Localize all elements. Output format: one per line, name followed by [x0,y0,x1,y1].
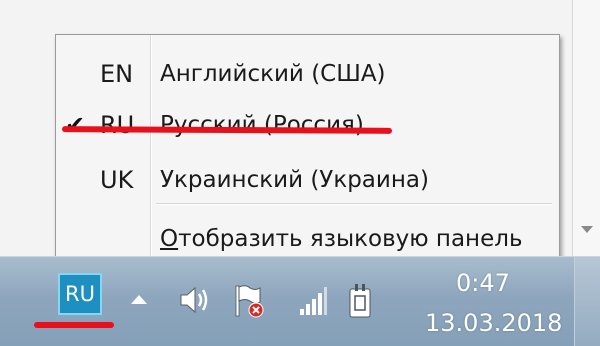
speaker-icon[interactable] [178,283,214,317]
power-plug-icon[interactable] [344,283,378,321]
language-indicator-button[interactable]: RU [58,273,102,315]
language-code: RU [100,111,135,139]
language-label: Украинский (Украина) [160,167,429,193]
language-menu: EN Английский (США) ✔ RU Русский (Россия… [55,34,560,264]
show-language-bar-label: Отобразить языковую панель [160,224,523,254]
annotation-underline-language-button [34,322,114,328]
clock-date[interactable]: 13.03.2018 [425,309,562,337]
network-signal-icon[interactable] [298,283,328,317]
menu-separator [156,203,552,205]
menu-item-english[interactable]: EN Английский (США) [56,49,559,101]
show-desktop-button[interactable] [574,257,600,346]
language-label: Английский (США) [160,61,386,87]
language-code: EN [100,60,134,88]
show-language-bar-text: тобразить языковую панель [178,226,523,252]
clock-time[interactable]: 0:47 [456,269,510,297]
accelerator-letter: О [160,226,179,252]
scroll-down-icon[interactable] [581,226,593,233]
taskbar: RU 0:47 13.03.2018 [0,256,600,346]
checkmark-icon: ✔ [65,111,86,139]
language-label: Русский (Россия) [160,112,364,138]
menu-item-ukrainian[interactable]: UK Украинский (Украина) [56,155,559,207]
scrollbar[interactable] [572,0,600,256]
action-center-flag-icon[interactable] [232,283,266,319]
language-code: UK [100,166,134,194]
show-hidden-icons-arrow[interactable] [131,295,147,304]
